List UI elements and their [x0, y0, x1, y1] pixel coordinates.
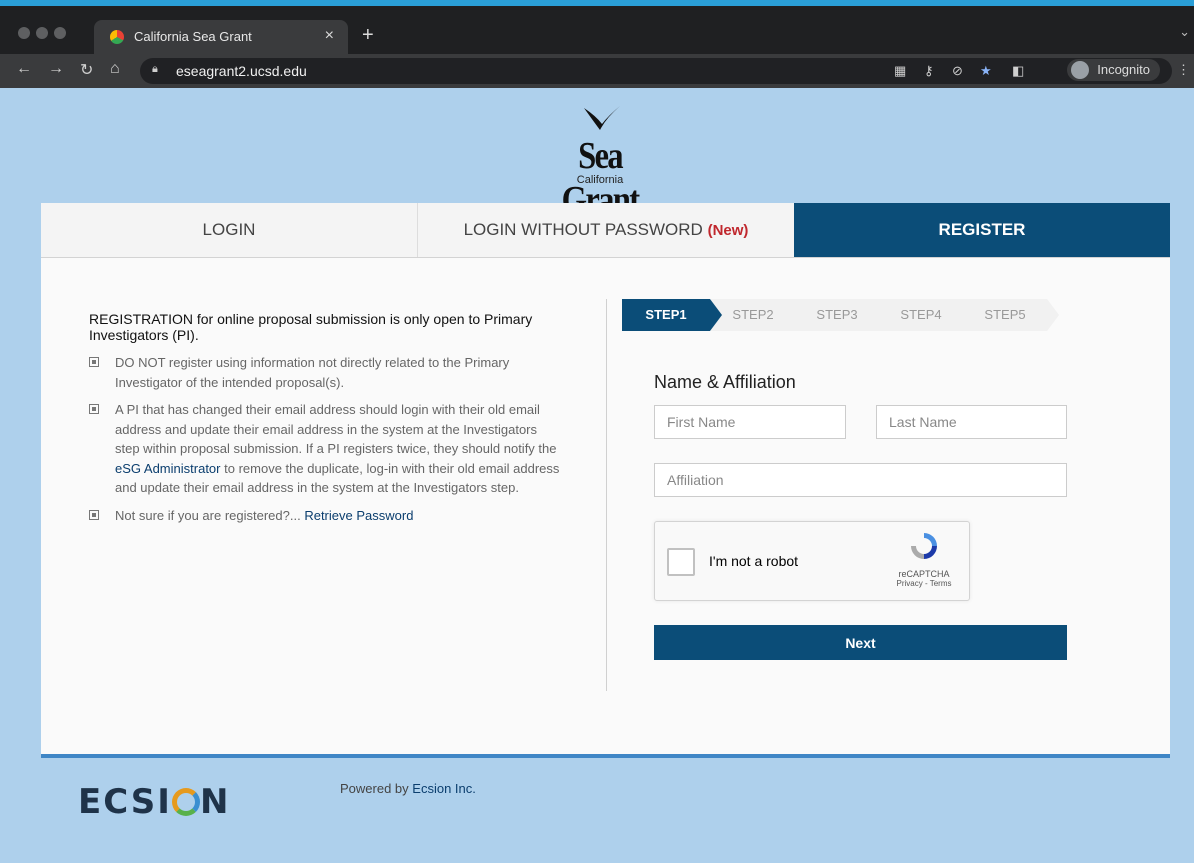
recaptcha-privacy-terms[interactable]: Privacy - Terms	[889, 579, 959, 588]
auth-tabs: LOGIN LOGIN WITHOUT PASSWORD (New) REGIS…	[41, 203, 1170, 258]
side-panel-icon[interactable]: ◧	[1012, 63, 1024, 79]
address-bar[interactable]: 🔒︎ eseagrant2.ucsd.edu ▦ ⚷ ⊘ ★ ◧ Incogni…	[140, 58, 1172, 84]
ecsion-logo-o-icon	[171, 788, 200, 816]
tab-register[interactable]: REGISTER	[794, 203, 1170, 257]
close-tab-icon[interactable]: ×	[325, 27, 334, 45]
url-text[interactable]: eseagrant2.ucsd.edu	[176, 63, 307, 79]
minimize-window-dot[interactable]	[36, 27, 48, 39]
bullet-icon	[89, 509, 99, 520]
tab-login-without-password[interactable]: LOGIN WITHOUT PASSWORD (New)	[417, 203, 794, 257]
card-bottom-bar	[41, 754, 1170, 758]
back-icon[interactable]: ←	[16, 60, 32, 78]
lock-icon[interactable]: 🔒︎	[152, 63, 158, 76]
registration-info: REGISTRATION for online proposal submiss…	[89, 311, 564, 533]
sea-grant-logo: Sea Grant California	[540, 104, 660, 221]
step-label: STEP5	[984, 307, 1026, 322]
form-heading: Name & Affiliation	[654, 372, 796, 392]
first-name-input[interactable]	[654, 405, 846, 439]
new-tab-button[interactable]: +	[362, 24, 374, 47]
new-badge: (New)	[707, 222, 749, 239]
list-item: A PI that has changed their email addres…	[89, 400, 564, 498]
recaptcha-name: reCAPTCHA	[898, 569, 950, 579]
browser-tab[interactable]: California Sea Grant ×	[94, 20, 348, 54]
bullet-text: DO NOT register using information not di…	[115, 355, 510, 390]
list-item: Not sure if you are registered?... Retri…	[89, 506, 564, 526]
tab-login[interactable]: LOGIN	[41, 203, 417, 257]
affiliation-input[interactable]	[654, 463, 1067, 497]
window-controls[interactable]	[18, 26, 72, 44]
next-button[interactable]: Next	[654, 625, 1067, 660]
bullet-text: Not sure if you are registered?...	[115, 507, 301, 523]
tab-login-without-password-label: LOGIN WITHOUT PASSWORD	[463, 220, 703, 239]
reload-icon[interactable]: ↻	[80, 60, 93, 80]
ecsion-logo-text-end: N	[199, 782, 231, 822]
step-label: STEP4	[900, 307, 942, 322]
key-icon[interactable]: ⚷	[924, 63, 934, 79]
incognito-label: Incognito	[1097, 62, 1150, 77]
list-item: DO NOT register using information not di…	[89, 353, 564, 392]
incognito-icon	[1071, 61, 1090, 79]
recaptcha-widget: I'm not a robot reCAPTCHA Privacy - Term…	[654, 521, 970, 601]
step-label: STEP2	[732, 307, 774, 322]
qr-code-icon[interactable]: ▦	[894, 63, 906, 79]
esg-administrator-link[interactable]: eSG Administrator	[115, 461, 221, 476]
retrieve-password-link[interactable]: Retrieve Password	[304, 508, 413, 523]
bird-logo-icon	[584, 106, 620, 130]
step-1: STEP1	[622, 299, 722, 331]
recaptcha-label: I'm not a robot	[709, 553, 799, 569]
incognito-badge[interactable]: Incognito	[1067, 59, 1160, 81]
bullet-icon	[89, 404, 99, 414]
ecsion-link[interactable]: Ecsion Inc.	[412, 781, 476, 796]
chevron-down-icon[interactable]: ⌄	[1179, 24, 1190, 40]
ecsion-logo-text-start: ECSI	[78, 782, 172, 822]
bullet-text: A PI that has changed their email addres…	[115, 402, 557, 456]
step-label: STEP1	[645, 307, 687, 322]
ecsion-logo: ECSI N	[78, 782, 230, 822]
browser-chrome: California Sea Grant × + ⌄ ← → ↻ ⌂ 🔒︎ es…	[0, 0, 1194, 88]
tab-bar: California Sea Grant × + ⌄	[0, 6, 1194, 54]
tab-title: California Sea Grant	[134, 29, 252, 44]
logo-subtitle: California	[576, 174, 624, 186]
step-2: STEP2	[710, 299, 807, 331]
recaptcha-icon	[911, 533, 937, 559]
browser-toolbar: ← → ↻ ⌂ 🔒︎ eseagrant2.ucsd.edu ▦ ⚷ ⊘ ★ ◧…	[0, 54, 1194, 88]
column-divider	[606, 299, 607, 691]
close-window-dot[interactable]	[18, 27, 30, 39]
last-name-input[interactable]	[876, 405, 1067, 439]
eye-off-icon[interactable]: ⊘	[952, 63, 963, 79]
registration-lead: REGISTRATION for online proposal submiss…	[89, 311, 533, 343]
powered-by-text: Powered by	[340, 781, 409, 796]
info-list: DO NOT register using information not di…	[89, 353, 564, 525]
registration-form: Name & Affiliation	[654, 372, 796, 393]
powered-by: Powered by Ecsion Inc.	[340, 781, 476, 796]
home-icon[interactable]: ⌂	[110, 60, 120, 78]
bookmark-star-icon[interactable]: ★	[980, 63, 992, 79]
recaptcha-checkbox[interactable]	[667, 548, 695, 576]
forward-icon[interactable]: →	[48, 60, 64, 78]
menu-icon[interactable]: ⋮	[1177, 62, 1190, 78]
favicon-icon	[110, 30, 124, 44]
maximize-window-dot[interactable]	[54, 27, 66, 39]
recaptcha-brand: reCAPTCHA Privacy - Terms	[889, 530, 959, 588]
auth-card: LOGIN LOGIN WITHOUT PASSWORD (New) REGIS…	[41, 203, 1170, 758]
step-label: STEP3	[816, 307, 858, 322]
bullet-icon	[89, 357, 99, 367]
